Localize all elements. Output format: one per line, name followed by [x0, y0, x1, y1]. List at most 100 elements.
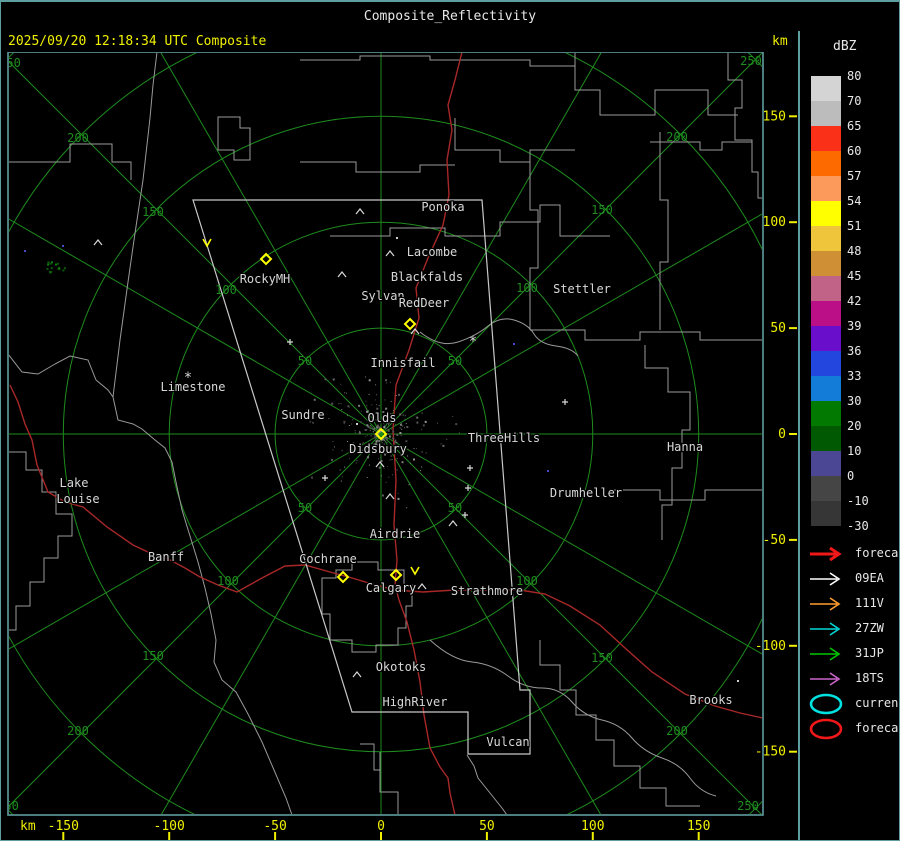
city-label-reddeer: RedDeer [399, 296, 450, 310]
radial-spoke-45deg [380, 53, 762, 435]
city-labels: PonokaLacombeBlackfaldsSylvanRedDeerStet… [55, 199, 734, 751]
ring-distance-label: 250 [0, 799, 19, 813]
clutter-dot [368, 393, 370, 395]
right-axis-label: 0 [778, 427, 786, 442]
clutter-dot [406, 455, 408, 457]
dbz-boundary-label: 70 [847, 94, 862, 108]
clutter-dot [396, 457, 398, 459]
clutter-dot [369, 427, 371, 429]
dbz-band-30 [811, 401, 841, 426]
clutter-dot [376, 429, 378, 431]
clutter-dot [366, 477, 368, 478]
clutter-dot [376, 404, 378, 406]
echo-dot [50, 267, 53, 270]
clutter-dot [399, 423, 402, 426]
status-bar: 2025/09/20 12:18:34 UTC Composite km [0, 31, 900, 52]
clutter-dot [389, 381, 391, 383]
clutter-dot [421, 429, 423, 431]
caret-marker [352, 671, 362, 678]
clutter-dot [339, 469, 341, 471]
clutter-dot [347, 415, 349, 417]
dbz-boundary-label: 0 [847, 469, 855, 483]
clutter-dot [344, 392, 346, 394]
legend-item-label: 09EA [855, 571, 884, 585]
arrow-shape [810, 546, 842, 562]
plus-marker [562, 399, 568, 405]
bottom-axis-label: 0 [377, 819, 385, 834]
city-label-drumheller: Drumheller [550, 486, 622, 500]
dbz-band-45 [811, 276, 841, 301]
right-axis-label: 50 [770, 321, 786, 336]
arrow-shape [810, 597, 841, 611]
legend-item-forecast: forecast [807, 543, 900, 565]
city-label-calgary: Calgary [366, 581, 417, 595]
clutter-dot [385, 428, 387, 429]
clutter-dot [332, 378, 335, 381]
ring-distance-label: 250 [0, 56, 21, 70]
clutter-dot [367, 426, 369, 428]
clutter-dot [416, 416, 419, 419]
dbz-boundary-label: 65 [847, 119, 862, 133]
clutter-dot [384, 437, 386, 439]
clutter-dot [372, 431, 374, 433]
title-bar[interactable]: Composite_Reflectivity [0, 0, 900, 33]
clutter-dot [354, 430, 356, 432]
clutter-dot [378, 466, 381, 469]
clutter-dot [328, 418, 330, 420]
ring-distance-label: 250 [740, 54, 762, 68]
clutter-dot [366, 429, 368, 431]
yellow-vector-marker [410, 566, 420, 576]
ring-distance-label: 200 [67, 131, 89, 145]
clutter-dot [400, 435, 402, 437]
color-scale-title: dBZ [833, 39, 857, 54]
dbz-band-42 [811, 301, 841, 326]
city-label-airdrie: Airdrie [370, 527, 421, 541]
dbz-boundary-label: 39 [847, 319, 862, 333]
clutter-dot [374, 430, 376, 432]
color-scale-panel: dBZ 80 70 65 60 57 54 51 48 45 42 39 36 33 30 20 10 0 -10… [801, 31, 900, 841]
clutter-dot [416, 421, 419, 424]
radial-spoke-30deg [380, 53, 602, 435]
clutter-dot [385, 481, 387, 483]
clutter-dot [368, 464, 370, 466]
city-label-sundre: Sundre [281, 408, 324, 422]
clutter-dot [370, 435, 372, 437]
clutter-dot [366, 434, 368, 436]
clutter-dot [358, 404, 361, 407]
echo-dot [62, 269, 65, 272]
yellow-diamond-marker [403, 317, 417, 331]
county-boundary-line [529, 152, 539, 330]
clutter-dot [390, 400, 392, 402]
town-dot-marker [396, 237, 398, 239]
dbz-boundary-label: 80 [847, 69, 862, 83]
clutter-dot [396, 469, 398, 471]
echo-dot [63, 267, 66, 270]
clutter-dot [395, 395, 397, 396]
clutter-dot [341, 409, 343, 411]
dbz-boundary-label: 60 [847, 144, 862, 158]
blue-echo-dot [24, 250, 26, 252]
radar-map-display[interactable]: **50100150200250501001502002505010015020… [0, 52, 798, 841]
clutter-dot [387, 466, 389, 468]
city-label-strathmore: Strathmore [451, 584, 523, 598]
dbz-boundary-label: -30 [847, 519, 869, 533]
clutter-dot [374, 435, 376, 437]
clutter-dot [413, 448, 415, 450]
ring-distance-label: 50 [298, 354, 312, 368]
clutter-dot [341, 450, 343, 452]
echo-dot [55, 263, 57, 266]
clutter-dot [338, 403, 340, 405]
legend-item-label: forecast [855, 546, 900, 560]
legend-item-forecast: forecast [807, 718, 900, 740]
clutter-dot [376, 407, 379, 410]
dbz-boundary-label: 54 [847, 194, 862, 208]
clutter-dot [366, 405, 368, 407]
county-boundary-line [9, 143, 132, 180]
city-label-okotoks: Okotoks [376, 660, 427, 674]
clutter-dot [404, 415, 406, 417]
ellipse-shape [809, 718, 843, 740]
clutter-dot [332, 449, 334, 451]
plus-marker [467, 465, 473, 471]
clutter-dot [312, 421, 314, 423]
clutter-dot [392, 474, 393, 476]
